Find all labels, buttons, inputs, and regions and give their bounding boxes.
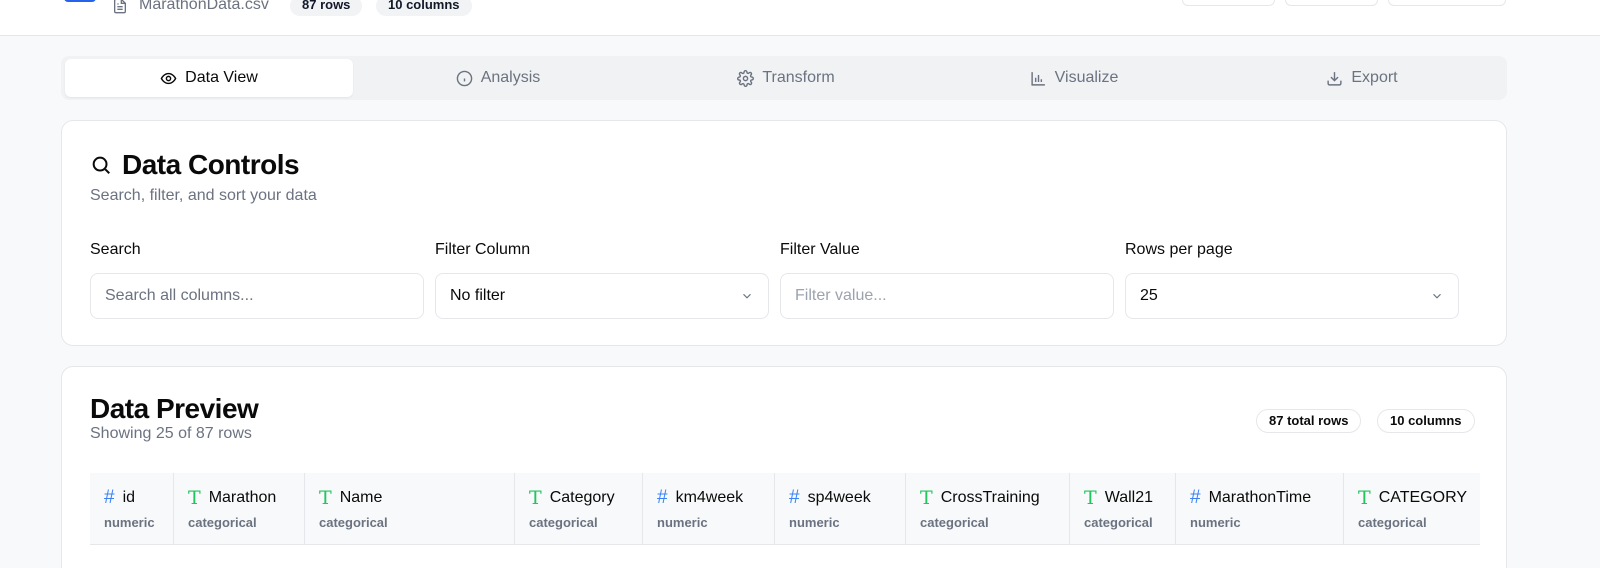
data-preview-title: Data Preview bbox=[90, 393, 259, 424]
tab-transform[interactable]: Transform bbox=[642, 59, 930, 97]
app-header: MarathonData.csv 87 rows 10 columns bbox=[0, 0, 1600, 36]
column-name: Category bbox=[549, 489, 615, 506]
columns-count-badge: 10 columns bbox=[1377, 409, 1475, 433]
column-header-marathontime[interactable]: # MarathonTime numeric bbox=[1176, 473, 1344, 545]
columns-badge: 10 columns bbox=[376, 0, 472, 16]
data-preview-subtitle: Showing 25 of 87 rows bbox=[90, 425, 252, 442]
column-type: categorical bbox=[529, 515, 598, 530]
column-type: numeric bbox=[104, 515, 155, 530]
tab-label: Export bbox=[1351, 69, 1398, 86]
column-type: categorical bbox=[920, 515, 989, 530]
search-field bbox=[90, 273, 424, 319]
column-name: MarathonTime bbox=[1208, 489, 1312, 506]
column-header-crosstraining[interactable]: T CrossTraining categorical bbox=[906, 473, 1070, 545]
column-type: numeric bbox=[657, 515, 708, 530]
text-type-icon: T bbox=[920, 487, 933, 509]
gear-icon bbox=[737, 69, 755, 87]
download-icon bbox=[1327, 71, 1342, 86]
data-preview-card: Data Preview Showing 25 of 87 rows 87 to… bbox=[61, 366, 1507, 568]
total-rows-badge: 87 total rows bbox=[1256, 409, 1362, 433]
column-header-category-upper[interactable]: T CATEGORY categorical bbox=[1344, 473, 1480, 545]
column-name: id bbox=[122, 489, 136, 506]
text-type-icon: T bbox=[1358, 487, 1371, 509]
header-button-3[interactable] bbox=[1388, 0, 1506, 6]
filter-column-label: Filter Column bbox=[435, 241, 531, 258]
tab-label: Data View bbox=[185, 69, 258, 86]
hash-icon: # bbox=[657, 487, 668, 508]
search-input[interactable] bbox=[105, 287, 409, 305]
column-type: numeric bbox=[789, 515, 840, 530]
column-header-category[interactable]: T Category categorical bbox=[515, 473, 643, 545]
file-icon bbox=[114, 0, 126, 14]
hash-icon: # bbox=[104, 487, 115, 508]
data-controls-subtitle: Search, filter, and sort your data bbox=[90, 187, 317, 204]
tab-data-view[interactable]: Data View bbox=[65, 59, 353, 97]
filter-column-value: No filter bbox=[450, 287, 506, 304]
tab-label: Transform bbox=[762, 69, 835, 86]
filter-column-select[interactable]: No filter bbox=[435, 273, 769, 319]
tab-analysis[interactable]: Analysis bbox=[354, 59, 642, 97]
hash-icon: # bbox=[789, 487, 800, 508]
filter-value-input[interactable] bbox=[795, 287, 1099, 305]
data-controls-heading: Data Controls bbox=[90, 149, 300, 181]
search-label: Search bbox=[90, 241, 141, 258]
tab-export[interactable]: Export bbox=[1218, 59, 1506, 97]
hash-icon: # bbox=[1190, 487, 1201, 508]
tab-label: Visualize bbox=[1054, 69, 1119, 86]
column-type: categorical bbox=[1358, 515, 1427, 530]
column-header-km4week[interactable]: # km4week numeric bbox=[643, 473, 775, 545]
chevron-down-icon bbox=[1433, 293, 1441, 299]
column-header-marathon[interactable]: T Marathon categorical bbox=[174, 473, 305, 545]
app-logo bbox=[64, 0, 96, 2]
column-header-wall21[interactable]: T Wall21 categorical bbox=[1070, 473, 1176, 545]
rows-per-page-label: Rows per page bbox=[1125, 241, 1233, 258]
text-type-icon: T bbox=[188, 487, 201, 509]
column-header-id[interactable]: # id numeric bbox=[90, 473, 174, 545]
text-type-icon: T bbox=[319, 487, 332, 509]
column-name: CrossTraining bbox=[940, 489, 1040, 506]
data-controls-card: Data Controls Search, filter, and sort y… bbox=[61, 120, 1507, 346]
column-name: Wall21 bbox=[1104, 489, 1153, 506]
rows-per-page-select[interactable]: 25 bbox=[1125, 273, 1459, 319]
tab-label: Analysis bbox=[480, 69, 541, 86]
info-icon bbox=[456, 70, 472, 86]
column-header-sp4week[interactable]: # sp4week numeric bbox=[775, 473, 906, 545]
column-type: categorical bbox=[188, 515, 257, 530]
main-tabs: Data View Analysis Transform Visualize E… bbox=[61, 56, 1507, 100]
column-name: CATEGORY bbox=[1378, 489, 1467, 506]
column-header-name[interactable]: T Name categorical bbox=[305, 473, 515, 545]
chevron-down-icon bbox=[743, 293, 751, 299]
search-icon bbox=[92, 156, 110, 174]
header-button-1[interactable] bbox=[1182, 0, 1275, 6]
column-name: sp4week bbox=[807, 489, 871, 506]
column-name: Marathon bbox=[208, 489, 277, 506]
tab-visualize[interactable]: Visualize bbox=[930, 59, 1218, 97]
column-type: numeric bbox=[1190, 515, 1241, 530]
text-type-icon: T bbox=[1084, 487, 1097, 509]
filter-value-field bbox=[780, 273, 1114, 319]
column-type: categorical bbox=[1084, 515, 1153, 530]
column-type: categorical bbox=[319, 515, 388, 530]
column-name: km4week bbox=[675, 489, 744, 506]
filter-value-label: Filter Value bbox=[780, 241, 860, 258]
bar-chart-icon bbox=[1031, 71, 1045, 86]
header-button-2[interactable] bbox=[1285, 0, 1378, 6]
data-controls-title: Data Controls bbox=[122, 149, 300, 180]
rows-per-page-value: 25 bbox=[1140, 287, 1158, 304]
file-name: MarathonData.csv bbox=[139, 0, 269, 13]
eye-icon bbox=[160, 72, 177, 84]
table-header: # id numeric T Marathon categorical T Name … bbox=[90, 473, 1480, 545]
text-type-icon: T bbox=[529, 487, 542, 509]
rows-badge: 87 rows bbox=[290, 0, 363, 16]
column-name: Name bbox=[339, 489, 383, 506]
